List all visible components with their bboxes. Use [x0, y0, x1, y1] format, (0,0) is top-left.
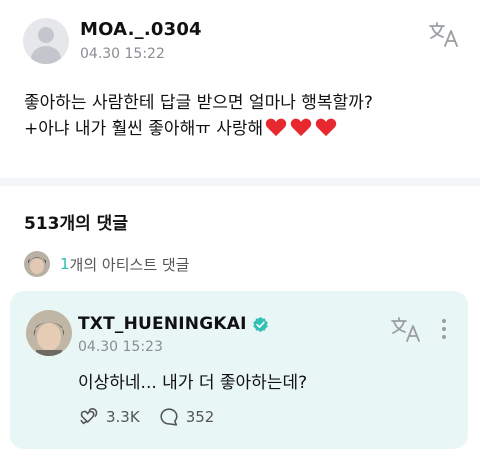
- like-icon: [80, 408, 98, 425]
- artist-comment-label: 개의 아티스트 댓글: [69, 255, 190, 274]
- post-time: 04.30 15:22: [80, 46, 165, 62]
- artist-comments-filter[interactable]: 1 개의 아티스트 댓글: [24, 250, 189, 278]
- red-heart-icon: [290, 118, 312, 137]
- post-line-1: 좋아하는 사람한테 답글 받으면 얼마나 행복할까?: [24, 93, 373, 113]
- comment-icon: [160, 408, 178, 426]
- comment-count-reply: 352: [185, 408, 215, 426]
- comment-count: 513개의 댓글: [24, 214, 128, 234]
- avatar-body: [31, 46, 61, 64]
- reply-author[interactable]: TXT_HUENINGKAI: [78, 314, 247, 334]
- like-count: 3.3K: [106, 408, 140, 426]
- comment-button[interactable]: 352: [158, 406, 215, 428]
- translate-icon[interactable]: [390, 315, 420, 343]
- reply-avatar[interactable]: [26, 310, 72, 356]
- post-line-2-text: +아냐 내가 훨씬 좋아해ㅠ 사랑해: [24, 119, 264, 139]
- verified-icon: [252, 316, 268, 332]
- user-avatar[interactable]: [23, 18, 69, 64]
- heart-emojis: [265, 117, 340, 145]
- like-button[interactable]: 3.3K: [78, 406, 140, 428]
- translate-icon[interactable]: [428, 20, 458, 48]
- post: MOA._.0304 04.30 15:22 좋아하는 사람한테 답글 받으면 …: [0, 0, 480, 178]
- post-body: 좋아하는 사람한테 답글 받으면 얼마나 행복할까? +아냐 내가 훨씬 좋아해…: [24, 90, 464, 145]
- reply-actions: 3.3K 352: [78, 406, 232, 428]
- section-divider: [0, 178, 480, 186]
- red-heart-icon: [265, 118, 287, 137]
- artist-comment-count: 1: [60, 255, 70, 273]
- artist-avatar: [24, 251, 50, 277]
- reply-author-row: TXT_HUENINGKAI: [78, 314, 269, 334]
- artist-reply-card: TXT_HUENINGKAI 04.30 15:23 이상하네... 내가 더 …: [10, 291, 468, 449]
- reply-text: 이상하네... 내가 더 좋아하는데?: [78, 373, 308, 393]
- more-icon[interactable]: [440, 318, 448, 340]
- red-heart-icon: [315, 118, 337, 137]
- reply-time: 04.30 15:23: [78, 339, 163, 355]
- post-line-2: +아냐 내가 훨씬 좋아해ㅠ 사랑해: [24, 116, 464, 145]
- avatar-head: [38, 27, 54, 43]
- post-author[interactable]: MOA._.0304: [80, 19, 202, 40]
